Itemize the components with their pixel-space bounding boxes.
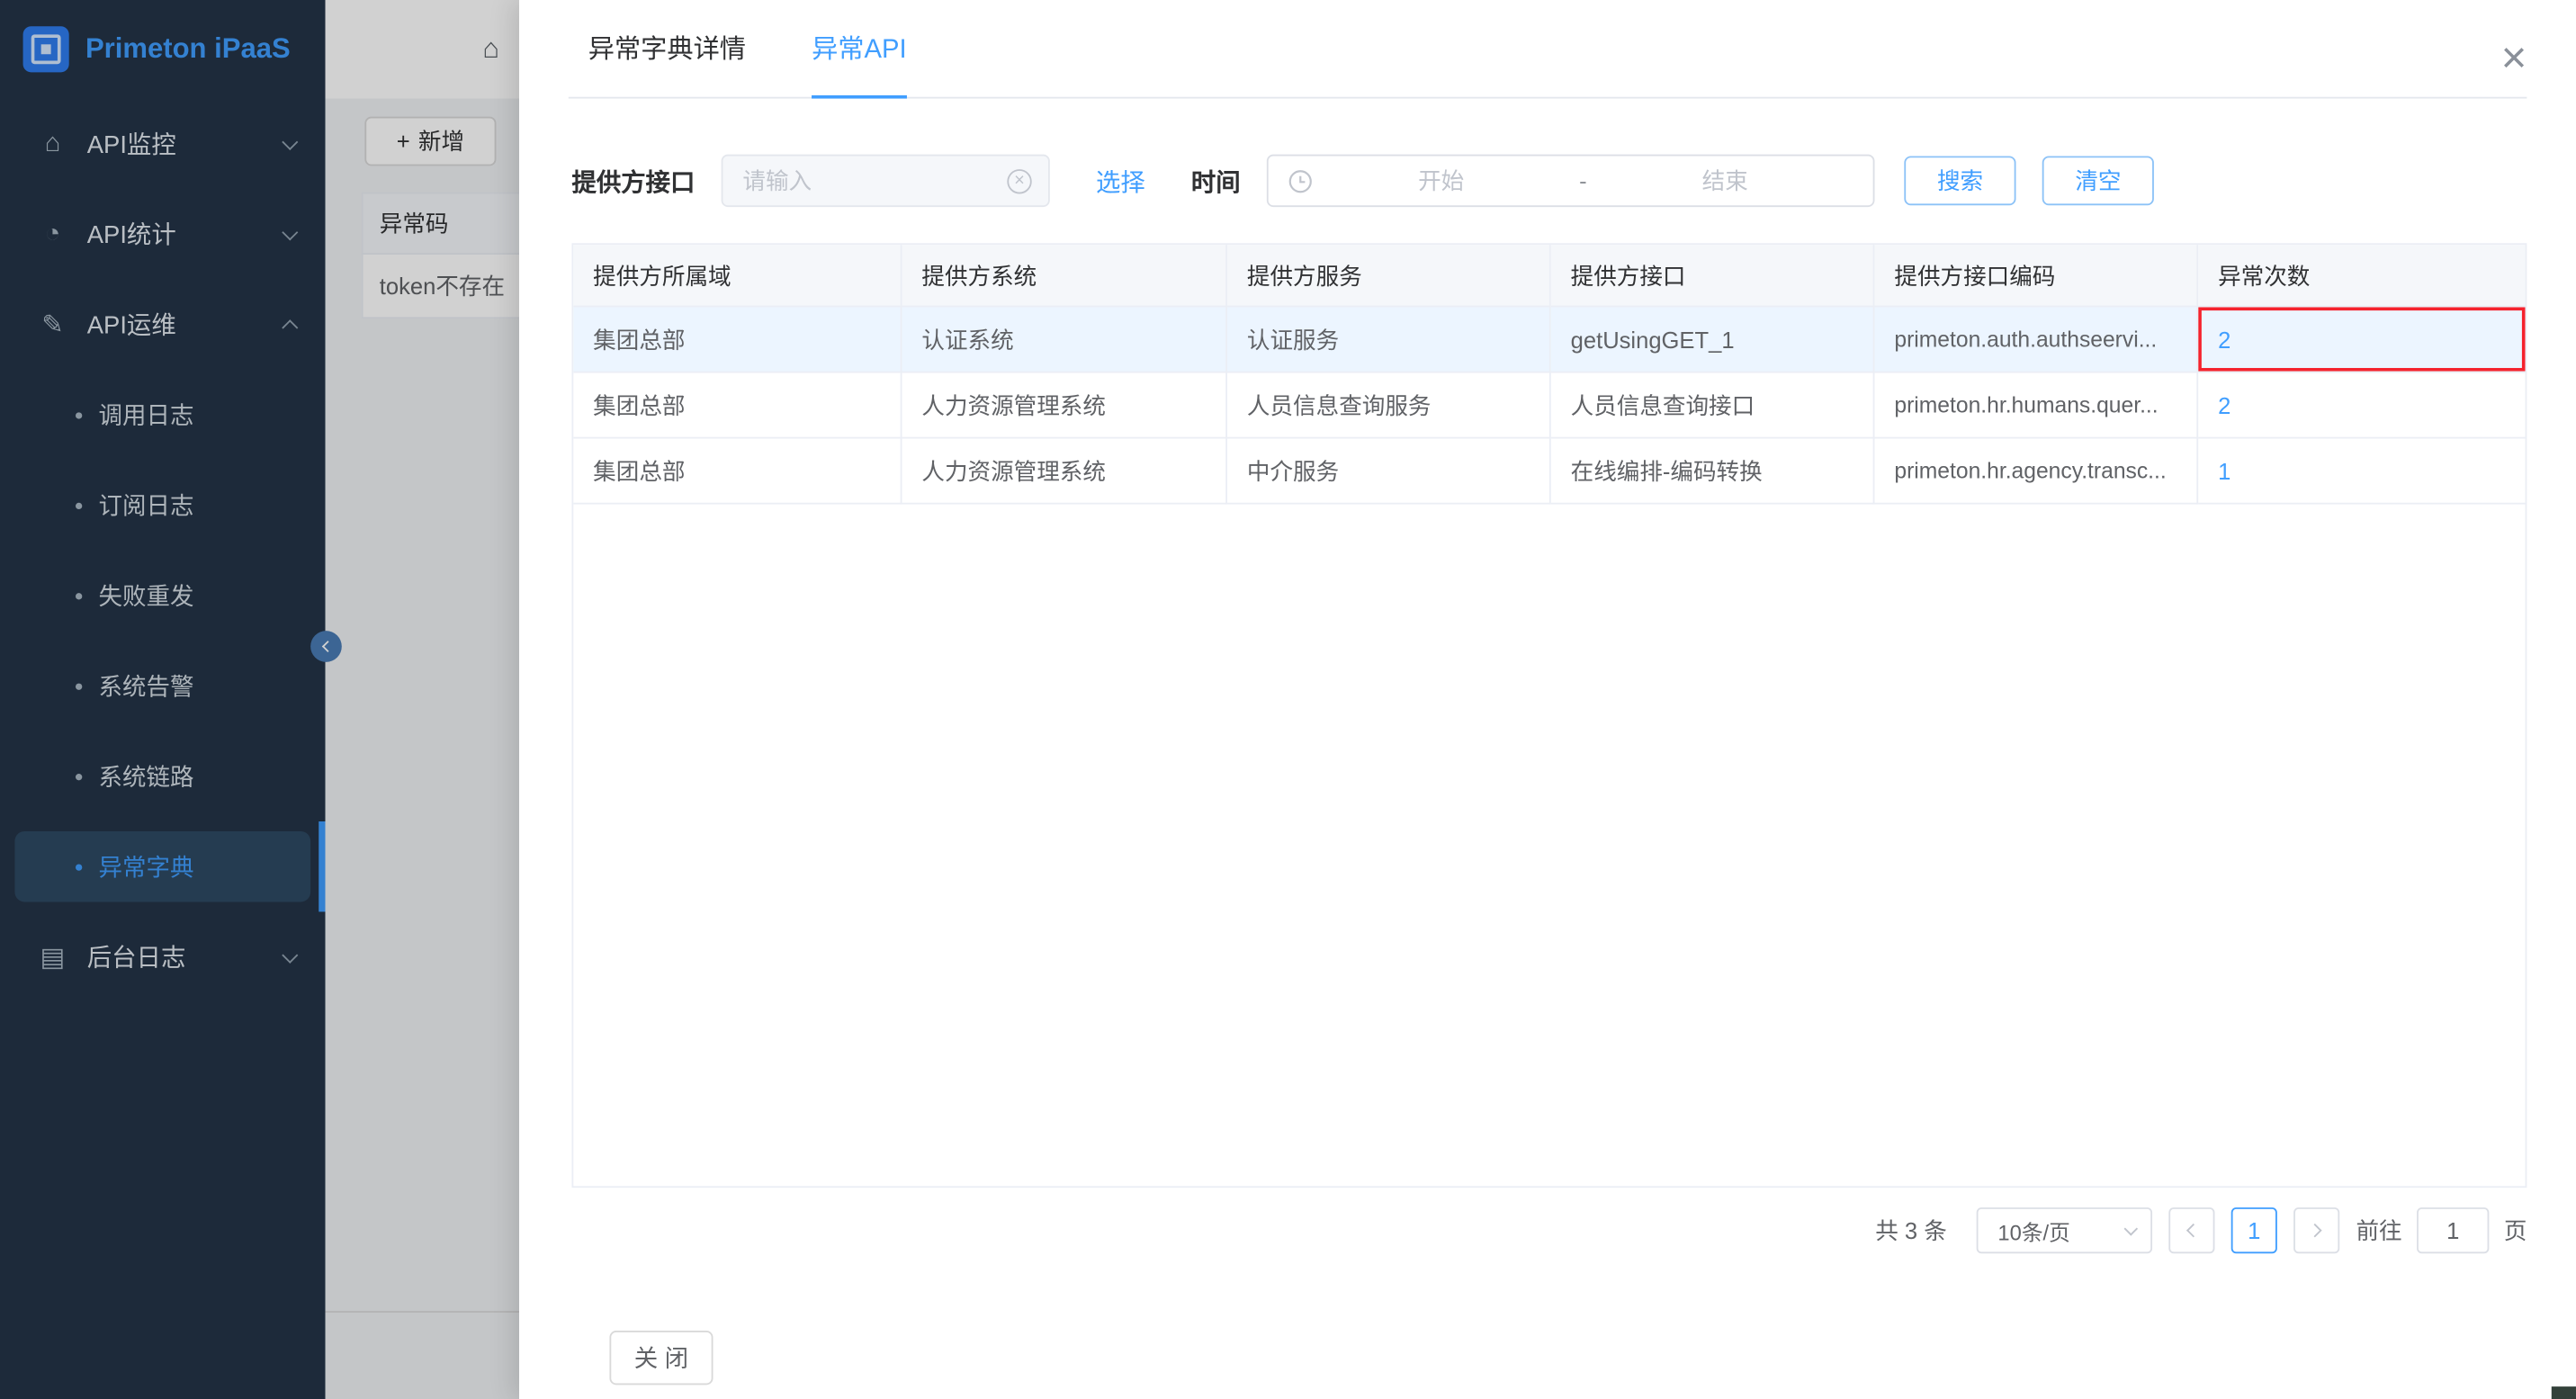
- app-root: Primeton iPaaS ⌂ API监控 ◔ API统计 ✎ API运维: [0, 0, 2576, 1399]
- table-cell: 认证服务: [1227, 307, 1551, 372]
- exception-count-link[interactable]: 2: [2218, 392, 2230, 418]
- column-header: 提供方接口编码: [1874, 245, 2198, 307]
- date-range-picker[interactable]: 开始 - 结束: [1267, 155, 1875, 207]
- next-page-button[interactable]: [2293, 1207, 2339, 1253]
- exception-api-table: 提供方所属域 提供方系统 提供方服务 提供方接口 提供方接口编码 异常次数 集团…: [571, 243, 2527, 1188]
- filter-bar: 提供方接口 × 选择 时间 开始 - 结束 搜索 清空: [571, 155, 2527, 207]
- table-cell: 人员信息查询服务: [1227, 373, 1551, 439]
- page-unit-label: 页: [2504, 1214, 2527, 1247]
- highlighted-count-cell: 2: [2198, 307, 2525, 372]
- close-button[interactable]: 关 闭: [609, 1331, 713, 1385]
- modal-overlay[interactable]: [0, 0, 519, 1399]
- tab-exception-api[interactable]: 异常API: [812, 26, 907, 97]
- table-cell: 集团总部: [573, 307, 902, 372]
- table-cell: 中介服务: [1227, 439, 1551, 505]
- provider-interface-input[interactable]: ×: [722, 155, 1050, 207]
- table-header-row: 提供方所属域 提供方系统 提供方服务 提供方接口 提供方接口编码 异常次数: [573, 245, 2525, 307]
- pagination: 共 3 条 10条/页 1 前往 页: [571, 1207, 2527, 1253]
- clear-input-icon[interactable]: ×: [1007, 168, 1031, 193]
- chevron-down-icon: [2124, 1221, 2138, 1234]
- close-icon[interactable]: ×: [2501, 36, 2527, 80]
- table-cell: primeton.hr.agency.transc...: [1874, 439, 2198, 505]
- provider-interface-text-field[interactable]: [742, 167, 1007, 193]
- provider-interface-label: 提供方接口: [571, 164, 695, 198]
- column-header: 提供方系统: [902, 245, 1227, 307]
- column-header: 提供方服务: [1227, 245, 1551, 307]
- column-header: 提供方接口: [1551, 245, 1875, 307]
- select-link[interactable]: 选择: [1096, 164, 1145, 198]
- total-count-label: 共 3 条: [1875, 1214, 1947, 1247]
- table-cell: primeton.hr.humans.quer...: [1874, 373, 2198, 439]
- goto-label: 前往: [2356, 1214, 2401, 1247]
- clear-button[interactable]: 清空: [2042, 156, 2154, 205]
- table-cell: 人力资源管理系统: [902, 373, 1227, 439]
- table-cell: 在线编排-编码转换: [1551, 439, 1875, 505]
- table-cell: primeton.auth.authseervi...: [1874, 307, 2198, 372]
- table-cell: 人力资源管理系统: [902, 439, 1227, 505]
- start-date-placeholder[interactable]: 开始: [1313, 165, 1569, 198]
- table-row[interactable]: 集团总部 认证系统 认证服务 getUsingGET_1 primeton.au…: [573, 307, 2525, 372]
- table-cell: 1: [2198, 439, 2525, 505]
- time-label: 时间: [1191, 164, 1241, 198]
- page-size-select[interactable]: 10条/页: [1977, 1207, 2152, 1253]
- tabs: 异常字典详情 异常API: [569, 0, 2527, 99]
- end-date-placeholder[interactable]: 结束: [1597, 165, 1853, 198]
- table-cell: 集团总部: [573, 439, 902, 505]
- table-cell: 人员信息查询接口: [1551, 373, 1875, 439]
- page-number-button[interactable]: 1: [2231, 1207, 2277, 1253]
- clock-icon: [1288, 168, 1313, 193]
- exception-count-link[interactable]: 1: [2218, 458, 2230, 484]
- table-cell: 认证系统: [902, 307, 1227, 372]
- drawer-tab-header: 异常字典详情 异常API ×: [519, 0, 2576, 99]
- range-separator: -: [1569, 167, 1596, 193]
- table-cell: getUsingGET_1: [1551, 307, 1875, 372]
- table-cell: 集团总部: [573, 373, 902, 439]
- exception-count-link[interactable]: 2: [2218, 326, 2230, 352]
- page-size-value: 10条/页: [1997, 1215, 2069, 1246]
- search-button[interactable]: 搜索: [1904, 156, 2015, 205]
- tab-exception-dict-detail[interactable]: 异常字典详情: [588, 26, 746, 97]
- exception-api-drawer: 异常字典详情 异常API × 提供方接口 × 选择 时间 开始 - 结束: [519, 0, 2576, 1399]
- goto-page: 前往 页: [2356, 1207, 2527, 1253]
- chevron-left-icon: [2186, 1224, 2200, 1237]
- goto-page-input[interactable]: [2417, 1207, 2489, 1253]
- column-header: 异常次数: [2198, 245, 2525, 307]
- prev-page-button[interactable]: [2168, 1207, 2214, 1253]
- table-cell: 2: [2198, 373, 2525, 439]
- table-row[interactable]: 集团总部 人力资源管理系统 中介服务 在线编排-编码转换 primeton.hr…: [573, 439, 2525, 505]
- table-row[interactable]: 集团总部 人力资源管理系统 人员信息查询服务 人员信息查询接口 primeton…: [573, 373, 2525, 439]
- column-header: 提供方所属域: [573, 245, 902, 307]
- scrollbar-corner: [2552, 1386, 2576, 1399]
- chevron-right-icon: [2308, 1224, 2321, 1237]
